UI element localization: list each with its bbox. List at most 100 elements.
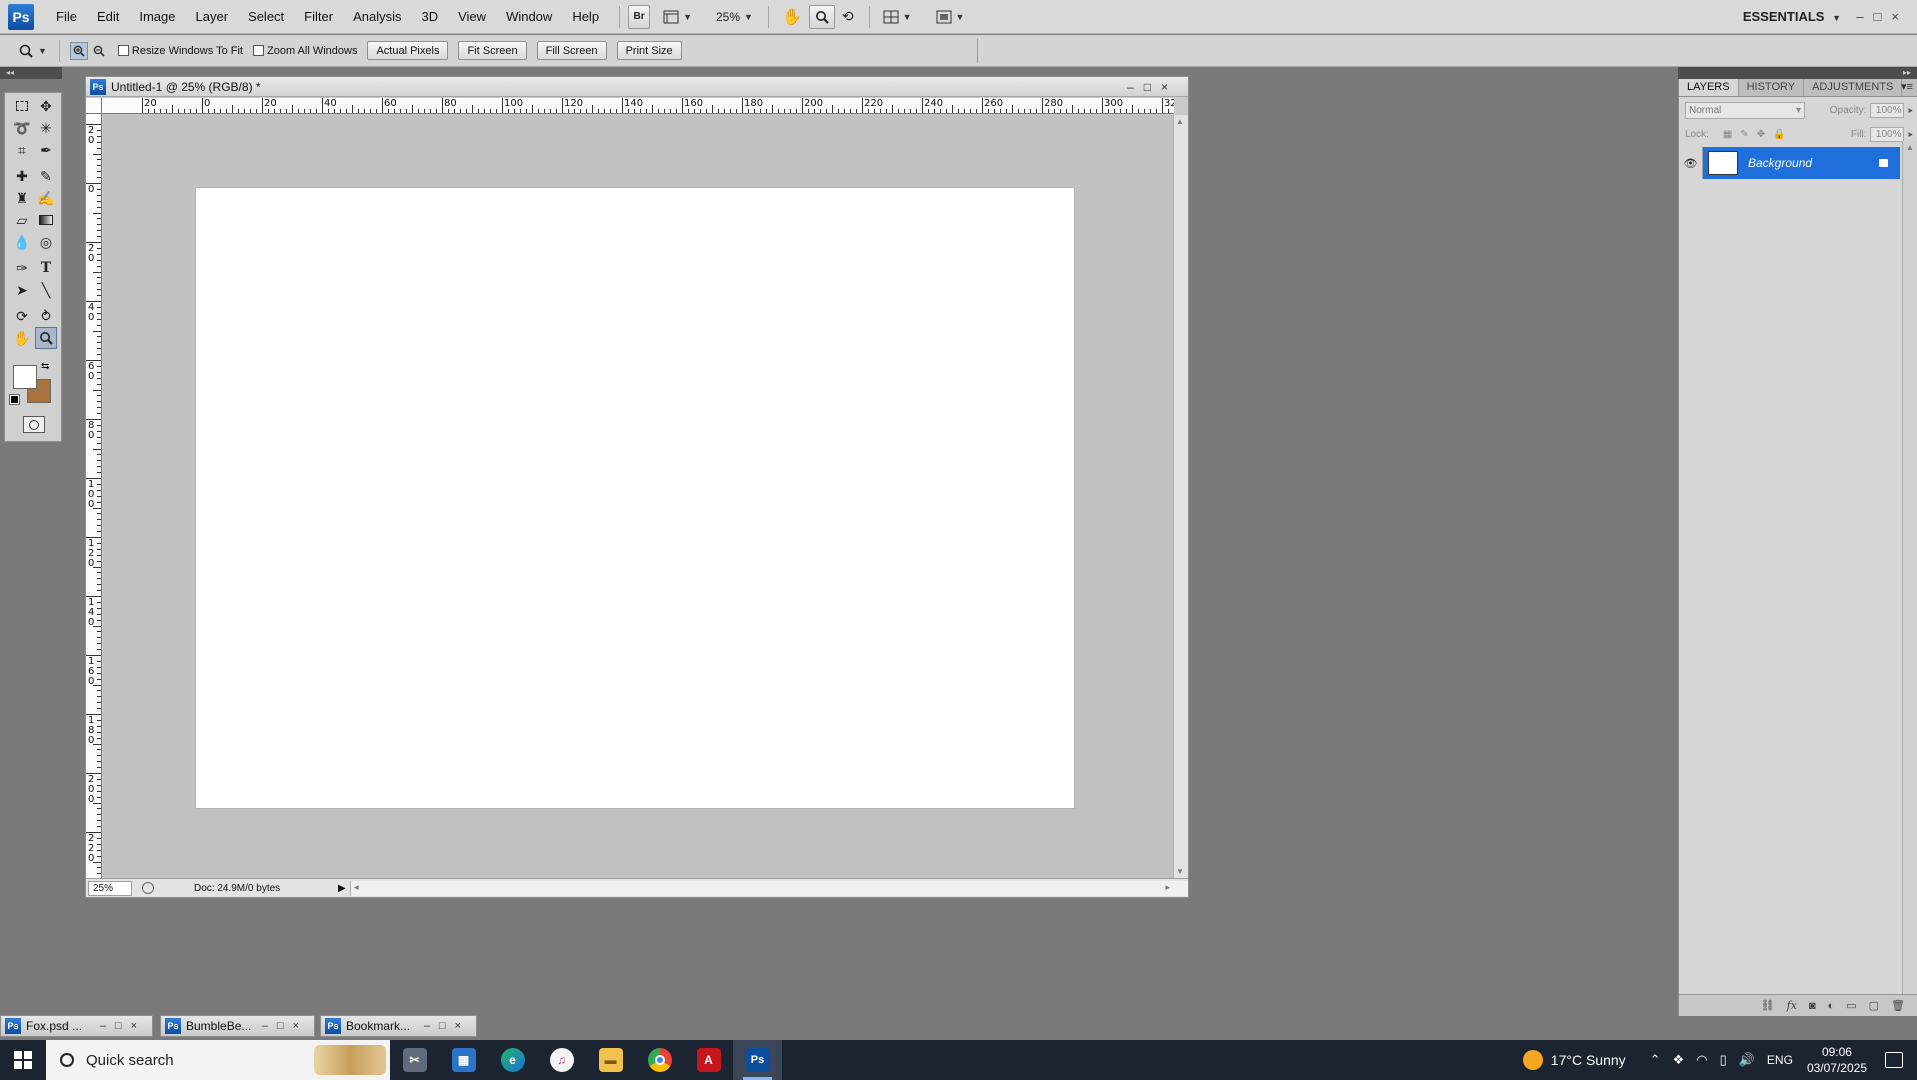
weather-text[interactable]: 17°C Sunny: [1551, 1052, 1626, 1068]
maximize-doc-button[interactable]: □: [1144, 80, 1161, 94]
taskbar-app-acrobat[interactable]: A: [684, 1040, 733, 1080]
marquee-tool[interactable]: [11, 95, 33, 117]
dropbox-icon[interactable]: ❖: [1673, 1052, 1685, 1068]
restore-app-button[interactable]: □: [1874, 9, 1892, 24]
lock-position-icon[interactable]: ✥: [1757, 129, 1765, 140]
taskbar-search[interactable]: Quick search: [46, 1040, 390, 1080]
taskbar-app-file-explorer[interactable]: ▬: [586, 1040, 635, 1080]
eraser-tool[interactable]: ▱: [11, 209, 33, 231]
link-layers-icon[interactable]: ⛓: [1761, 999, 1775, 1012]
tab-history[interactable]: HISTORY: [1739, 79, 1805, 96]
hand-tool-button[interactable]: ✋: [777, 5, 807, 29]
lock-all-icon[interactable]: 🔒: [1773, 129, 1785, 140]
3d-rotate-tool[interactable]: ⟳: [11, 305, 33, 327]
ruler-origin[interactable]: [86, 98, 102, 114]
menu-window[interactable]: Window: [496, 0, 562, 34]
blend-mode-select[interactable]: Normal: [1685, 101, 1805, 119]
scroll-left-icon[interactable]: ◂: [354, 882, 359, 893]
menu-help[interactable]: Help: [562, 0, 609, 34]
horizontal-scrollbar[interactable]: ◂ ▸: [350, 880, 1188, 896]
swap-colors-icon[interactable]: ⇆: [41, 361, 49, 372]
minimized-doc-controls[interactable]: –□×: [262, 1020, 308, 1032]
fill-slider-arrow-icon[interactable]: ▸: [1908, 129, 1913, 140]
scroll-up-icon[interactable]: ▲: [1906, 143, 1914, 152]
brush-tool[interactable]: ✎: [35, 165, 57, 187]
fill-field[interactable]: 100%: [1870, 126, 1905, 142]
adjustment-layer-icon[interactable]: ◐: [1828, 1000, 1835, 1012]
add-mask-icon[interactable]: ◙: [1809, 1000, 1816, 1012]
battery-icon[interactable]: ▯: [1720, 1052, 1727, 1068]
zoom-level-dropdown[interactable]: 25% ▼: [711, 5, 758, 29]
move-tool[interactable]: ✥: [35, 95, 57, 117]
opacity-slider-arrow-icon[interactable]: ▸: [1908, 105, 1913, 116]
menu-file[interactable]: File: [46, 0, 87, 34]
screen-mode-button[interactable]: ▼: [931, 5, 970, 29]
clone-stamp-tool[interactable]: ♜: [11, 187, 33, 209]
hand-tool[interactable]: ✋: [11, 327, 33, 349]
menu-edit[interactable]: Edit: [87, 0, 129, 34]
blur-tool[interactable]: 💧: [11, 231, 33, 253]
default-colors-icon[interactable]: [9, 394, 20, 405]
document-title-bar[interactable]: Ps Untitled-1 @ 25% (RGB/8) * –□×: [86, 77, 1188, 97]
quick-mask-button[interactable]: [23, 416, 45, 433]
language-indicator[interactable]: ENG: [1767, 1053, 1793, 1067]
menu-filter[interactable]: Filter: [294, 0, 343, 34]
checkbox-box[interactable]: [252, 45, 264, 56]
minimized-doc-controls[interactable]: –□×: [424, 1020, 470, 1032]
line-tool[interactable]: ╲: [35, 279, 57, 301]
start-button[interactable]: [0, 1040, 46, 1080]
checkbox-box[interactable]: [117, 45, 129, 56]
pen-tool[interactable]: ✑: [11, 257, 33, 279]
view-extras-button[interactable]: ▼: [658, 5, 697, 29]
status-menu-arrow-icon[interactable]: ▶: [338, 883, 350, 894]
minimize-app-button[interactable]: –: [1856, 9, 1873, 24]
zoom-out-mode-button[interactable]: [90, 42, 108, 60]
scroll-up-icon[interactable]: ▲: [1176, 117, 1184, 126]
visibility-toggle[interactable]: 👁: [1679, 147, 1703, 179]
path-selection-tool[interactable]: ➤: [11, 279, 33, 301]
zoom-tool-button[interactable]: [808, 4, 835, 29]
wifi-icon[interactable]: ◠: [1696, 1052, 1707, 1068]
rotate-view-button[interactable]: ⟲: [837, 5, 859, 29]
new-layer-icon[interactable]: ▢: [1869, 999, 1879, 1012]
arrange-documents-button[interactable]: ▼: [878, 5, 917, 29]
delete-layer-icon[interactable]: 🗑: [1891, 999, 1905, 1012]
minimize-doc-button[interactable]: –: [1127, 80, 1144, 94]
eyedropper-tool[interactable]: ✒: [35, 139, 57, 161]
canvas-pasteboard[interactable]: [103, 115, 1174, 878]
taskbar-app-edge[interactable]: e: [488, 1040, 537, 1080]
menu-3d[interactable]: 3D: [411, 0, 448, 34]
menu-image[interactable]: Image: [129, 0, 185, 34]
opacity-field[interactable]: 100%: [1870, 102, 1905, 118]
tab-adjustments[interactable]: ADJUSTMENTS: [1804, 79, 1903, 96]
taskbar-app-itunes[interactable]: ♫: [537, 1040, 586, 1080]
minimized-doc-controls[interactable]: –□×: [100, 1020, 146, 1032]
taskbar-app-photoshop[interactable]: Ps: [733, 1040, 782, 1080]
menu-view[interactable]: View: [448, 0, 496, 34]
fit-screen-button[interactable]: Fit Screen: [458, 41, 527, 60]
tab-layers[interactable]: LAYERS: [1679, 79, 1739, 96]
document-profile-icon[interactable]: [142, 882, 154, 894]
fill-screen-button[interactable]: Fill Screen: [536, 41, 607, 60]
bridge-button[interactable]: Br: [628, 4, 651, 29]
zoom-all-windows-checkbox[interactable]: Zoom All Windows: [252, 45, 357, 57]
gradient-tool[interactable]: [35, 209, 57, 231]
zoom-level-field[interactable]: 25%: [88, 880, 132, 896]
horizontal-ruler[interactable]: 20 0 20 40 60 80 100 120 140 160 180 200 220 240 260 28…: [102, 98, 1174, 114]
tool-preset-picker[interactable]: ▼: [18, 43, 47, 59]
history-brush-tool[interactable]: ✍: [35, 187, 57, 209]
magic-wand-tool[interactable]: ✳: [35, 117, 57, 139]
menu-analysis[interactable]: Analysis: [343, 0, 411, 34]
zoom-tool[interactable]: [35, 327, 57, 349]
chevron-up-icon[interactable]: ⌃: [1650, 1052, 1661, 1068]
zoom-in-mode-button[interactable]: [69, 41, 88, 60]
foreground-color-swatch[interactable]: [13, 365, 37, 389]
lasso-tool[interactable]: ➰: [11, 117, 33, 139]
actual-pixels-button[interactable]: Actual Pixels: [367, 41, 449, 60]
panel-menu-icon[interactable]: ▾≡: [1901, 79, 1913, 96]
resize-windows-checkbox[interactable]: Resize Windows To Fit: [117, 45, 243, 57]
layers-scrollbar[interactable]: ▲ ▼: [1902, 141, 1917, 1006]
lock-transparent-icon[interactable]: ▦: [1723, 129, 1732, 140]
minimized-document[interactable]: Ps Fox.psd ... –□×: [0, 1015, 153, 1037]
crop-tool[interactable]: ⌗: [11, 139, 33, 161]
